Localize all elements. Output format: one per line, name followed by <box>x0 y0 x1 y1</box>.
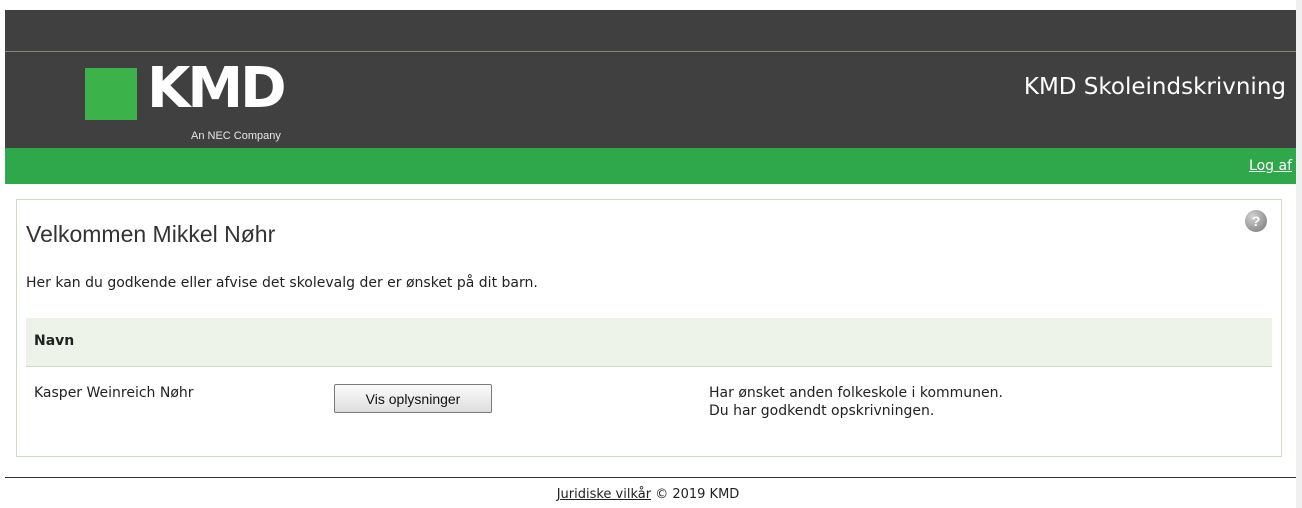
site-header: KMD An NEC Company KMD Skoleindskrivning <box>5 10 1296 148</box>
scrollbar[interactable] <box>1296 0 1302 508</box>
kmd-logo: KMD An NEC Company <box>85 61 315 148</box>
column-header-name: Navn <box>34 333 75 349</box>
help-icon[interactable]: ? <box>1245 210 1267 232</box>
app-title: KMD Skoleindskrivning <box>1023 74 1286 100</box>
content-panel: ? Velkommen Mikkel Nøhr Her kan du godke… <box>16 199 1282 457</box>
copyright-text: © 2019 KMD <box>651 487 740 502</box>
intro-text: Her kan du godkende eller afvise det sko… <box>26 275 538 291</box>
status-cell: Har ønsket anden folkeskole i kommunen. … <box>709 385 1003 420</box>
child-name: Kasper Weinreich Nøhr <box>34 385 194 401</box>
page-title: Velkommen Mikkel Nøhr <box>26 221 276 247</box>
logout-link[interactable]: Log af <box>1249 158 1292 174</box>
table-row: Kasper Weinreich Nøhr Vis oplysninger Ha… <box>26 368 1272 438</box>
show-details-button[interactable]: Vis oplysninger <box>334 384 492 413</box>
table-header: Navn <box>26 318 1272 367</box>
footer-divider <box>5 477 1296 478</box>
header-divider <box>5 51 1296 52</box>
logo-text: KMD <box>147 56 287 121</box>
logo-green-square <box>85 68 137 120</box>
logo-subtext: An NEC Company <box>191 130 281 142</box>
nav-bar: Log af <box>5 148 1296 184</box>
footer: Juridiske vilkår © 2019 KMD <box>0 487 1296 502</box>
top-strip <box>0 0 1296 10</box>
status-text-line: Du har godkendt opskrivningen. <box>709 402 935 419</box>
status-text-line: Har ønsket anden folkeskole i kommunen. <box>709 385 1003 401</box>
legal-terms-link[interactable]: Juridiske vilkår <box>557 487 651 502</box>
